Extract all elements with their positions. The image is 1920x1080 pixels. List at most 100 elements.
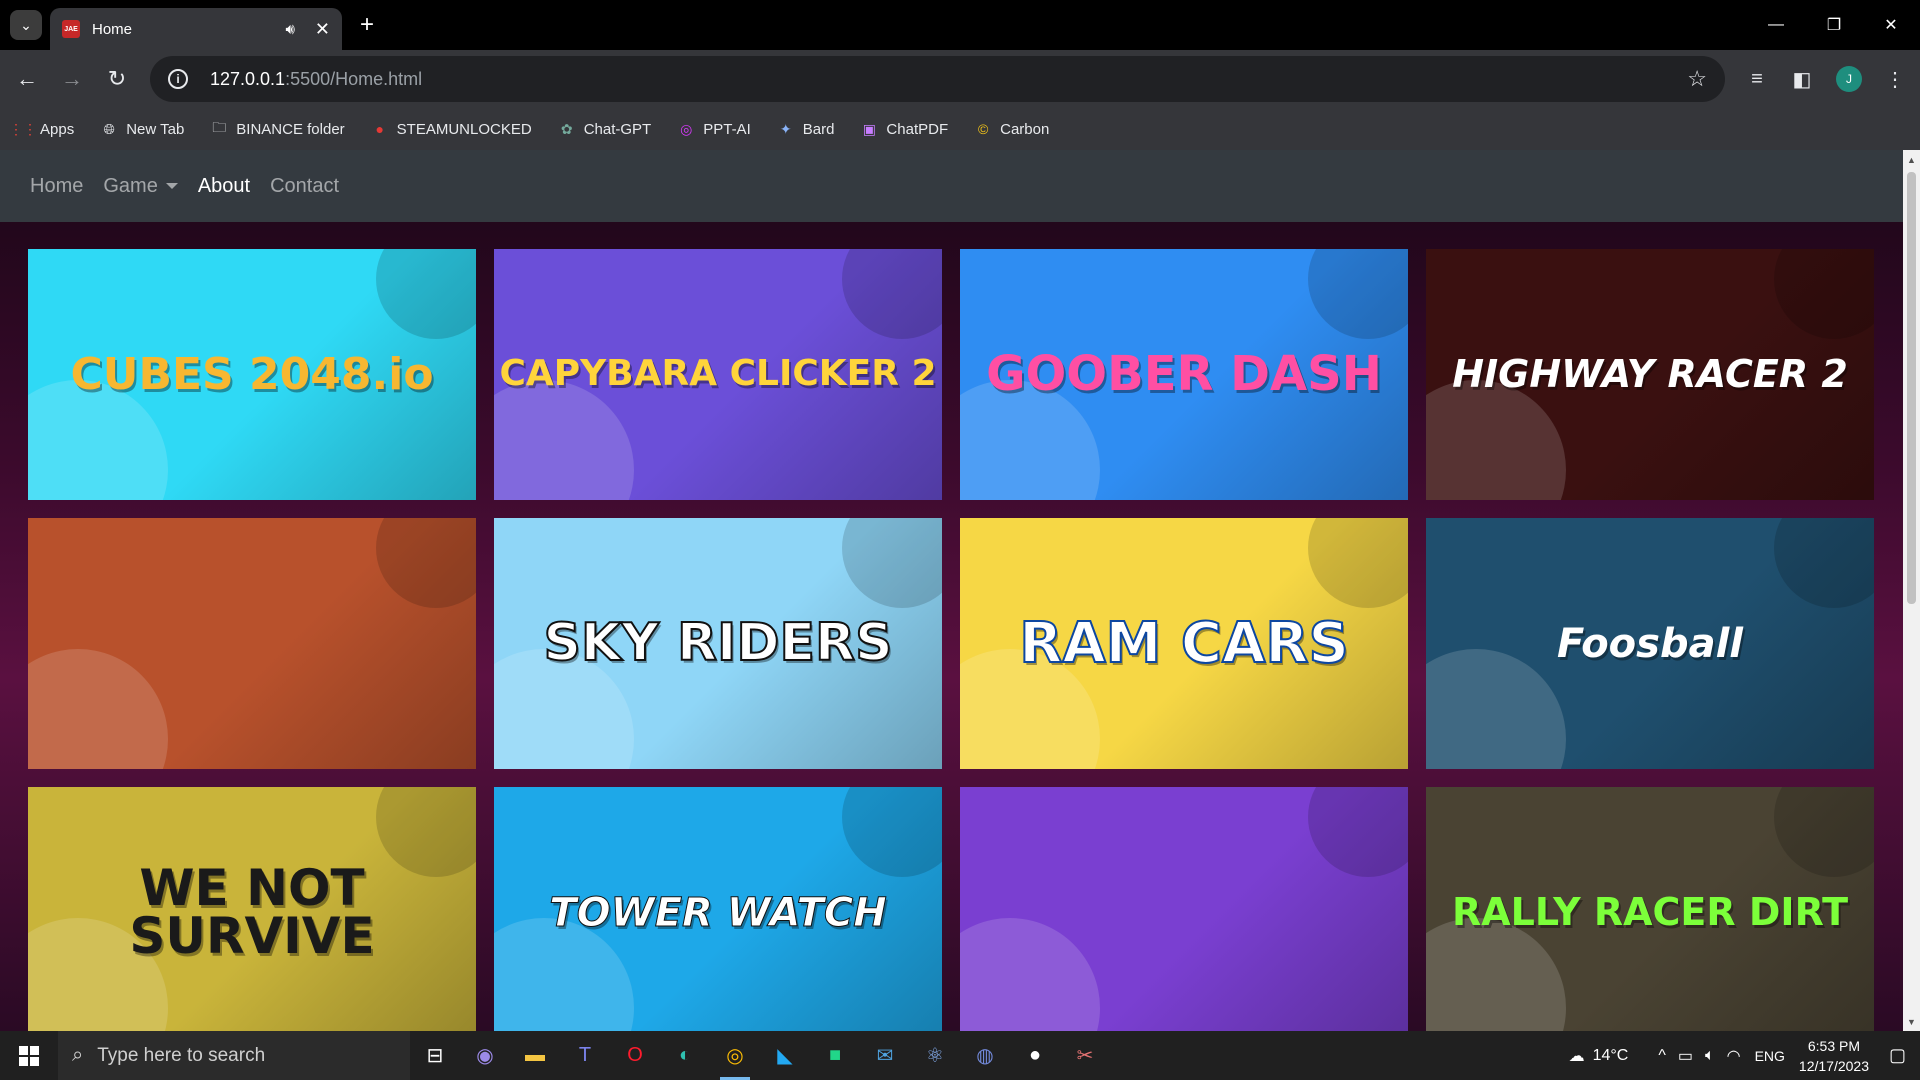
game-card-rally-racer-dirt[interactable]: RALLY RACER DIRT	[1426, 787, 1874, 1031]
speaker-icon[interactable]: 🔊︎	[285, 21, 294, 38]
bookmark-carbon[interactable]: © Carbon	[974, 120, 1049, 138]
game-grid: CUBES 2048.io CAPYBARA CLICKER 2 GOOBER …	[28, 249, 1874, 1031]
game-title: HIGHWAY RACER 2	[1452, 352, 1848, 397]
menu-dots-icon[interactable]: ⋮	[1880, 64, 1910, 94]
chrome-icon[interactable]: ◎	[710, 1031, 760, 1080]
close-tab-icon[interactable]: ✕	[315, 19, 330, 40]
bookmark-label: BINANCE folder	[236, 120, 345, 138]
forward-button[interactable]: →	[55, 62, 89, 96]
edge-icon[interactable]: ◐	[660, 1031, 710, 1080]
game-card-tower-watch[interactable]: TOWER WATCH	[494, 787, 942, 1031]
mail-icon[interactable]: ✉	[860, 1031, 910, 1080]
scroll-up-icon[interactable]: ▲	[1906, 154, 1917, 165]
file-explorer-icon[interactable]: ▬	[510, 1031, 560, 1080]
bookmark-steamunlocked[interactable]: ● STEAMUNLOCKED	[371, 120, 532, 138]
bookmark-chat-gpt[interactable]: ✿ Chat-GPT	[558, 120, 651, 138]
weather-temp[interactable]: 14°C	[1593, 1047, 1629, 1065]
bookmark-label: STEAMUNLOCKED	[396, 120, 532, 138]
discord-icon[interactable]: ◍	[960, 1031, 1010, 1080]
site-favicon-icon: JAE	[62, 20, 80, 38]
notifications-icon[interactable]: ▢	[1889, 1045, 1906, 1066]
battery-icon[interactable]: ▭	[1678, 1046, 1693, 1066]
eclipse-icon[interactable]: ◉	[460, 1031, 510, 1080]
bookmark-chatpdf[interactable]: ▣ ChatPDF	[860, 120, 948, 138]
atom-icon[interactable]: ⚛	[910, 1031, 960, 1080]
pycharm-icon[interactable]: ■	[810, 1031, 860, 1080]
wifi-icon[interactable]: ◠	[1727, 1046, 1741, 1066]
game-title: RAM CARS	[1018, 610, 1350, 676]
address-bar[interactable]: i 127.0.0.1:5500/Home.html ☆	[150, 56, 1725, 102]
nav-game-dropdown[interactable]: Game	[103, 175, 178, 198]
clock[interactable]: 6:53 PM 12/17/2023	[1799, 1036, 1869, 1076]
card-art-shape	[376, 249, 476, 339]
nav-about[interactable]: About	[198, 175, 250, 198]
game-title: CUBES 2048.io	[70, 348, 434, 400]
game-card-ram-cars[interactable]: RAM CARS	[960, 518, 1408, 769]
side-panel-icon[interactable]: ◧	[1787, 64, 1817, 94]
bookmark-bard[interactable]: ✦ Bard	[777, 120, 835, 138]
github-icon[interactable]: ●	[1010, 1031, 1060, 1080]
chevron-up-icon[interactable]: ^	[1658, 1047, 1666, 1065]
snipping-tool-icon[interactable]: ✂	[1060, 1031, 1110, 1080]
active-tab[interactable]: JAE Home 🔊︎ ✕	[50, 8, 342, 50]
game-card-we-not-survive[interactable]: WE NOT SURVIVE	[28, 787, 476, 1031]
game-title: RALLY RACER DIRT	[1451, 890, 1849, 935]
media-control-icon[interactable]: ≡	[1742, 64, 1772, 94]
windows-taskbar: ⌕ Type here to search ⊟ ◉ ▬ T O ◐ ◎ ◣ ■ ✉…	[0, 1031, 1920, 1080]
scrollbar-thumb[interactable]	[1907, 172, 1916, 604]
game-card-soldier[interactable]	[28, 518, 476, 769]
bookmark-label: ChatPDF	[886, 120, 949, 138]
page-scrollbar[interactable]: ▲ ▼	[1903, 150, 1920, 1031]
card-art-shape	[1308, 249, 1408, 339]
game-card-sky-riders[interactable]: SKY RIDERS	[494, 518, 942, 769]
opera-icon[interactable]: O	[610, 1031, 660, 1080]
start-button[interactable]	[0, 1031, 58, 1080]
restore-button[interactable]: ❐	[1805, 0, 1863, 50]
bookmark-apps[interactable]: ⋮⋮ Apps	[9, 120, 75, 138]
url-path: :5500/Home.html	[285, 68, 423, 89]
globe-icon: 🌐︎	[103, 120, 115, 137]
game-card-foosball[interactable]: Foosball	[1426, 518, 1874, 769]
game-card-capybara-clicker-2[interactable]: CAPYBARA CLICKER 2	[494, 249, 942, 500]
nav-home[interactable]: Home	[30, 175, 83, 198]
apps-grid-icon: ⋮⋮	[9, 120, 37, 137]
close-window-button[interactable]: ✕	[1862, 0, 1920, 50]
reload-button[interactable]: ↻	[100, 62, 134, 96]
new-tab-button[interactable]: +	[352, 10, 382, 40]
task-view-icon[interactable]: ⊟	[410, 1031, 460, 1080]
page-viewport: Home Game About Contact CUBES 2048.io CA…	[0, 150, 1903, 1031]
site-info-icon[interactable]: i	[168, 69, 188, 89]
card-art-shape	[376, 518, 476, 608]
browser-toolbar: ← → ↻ i 127.0.0.1:5500/Home.html ☆ ≡ ◧ J…	[0, 50, 1920, 108]
scroll-down-icon[interactable]: ▼	[1906, 1016, 1917, 1027]
site-navbar: Home Game About Contact	[0, 150, 1903, 222]
card-art-shape	[960, 918, 1100, 1031]
taskbar-search[interactable]: ⌕ Type here to search	[58, 1031, 410, 1080]
card-art-shape	[1426, 380, 1566, 500]
clock-date: 12/17/2023	[1798, 1057, 1869, 1074]
bookmark-star-icon[interactable]: ☆	[1687, 66, 1707, 92]
game-card-blocky-characters[interactable]	[960, 787, 1408, 1031]
weather-icon[interactable]: ☁	[1569, 1046, 1585, 1066]
minimize-button[interactable]: —	[1747, 0, 1805, 50]
teams-icon[interactable]: T	[560, 1031, 610, 1080]
bookmark-new-tab[interactable]: 🌐︎ New Tab	[100, 120, 185, 138]
nav-contact[interactable]: Contact	[270, 175, 339, 198]
bookmark-ppt-ai[interactable]: ◎ PPT-AI	[677, 120, 751, 138]
windows-logo-icon	[19, 1045, 39, 1066]
back-button[interactable]: ←	[10, 62, 44, 96]
bookmark-label: Apps	[40, 120, 75, 138]
bookmark-binance-folder[interactable]: 🗀 BINANCE folder	[210, 119, 345, 138]
game-card-highway-racer-2[interactable]: HIGHWAY RACER 2	[1426, 249, 1874, 500]
profile-avatar[interactable]: J	[1836, 66, 1862, 92]
tab-search-button[interactable]: ⌄	[10, 10, 42, 40]
language-indicator[interactable]: ENG	[1755, 1048, 1785, 1064]
volume-icon[interactable]: 🔈︎	[1705, 1047, 1715, 1065]
folder-icon: 🗀	[212, 119, 227, 135]
card-art-shape	[494, 380, 634, 500]
game-card-cubes-2048[interactable]: CUBES 2048.io	[28, 249, 476, 500]
game-card-goober-dash[interactable]: GOOBER DASH	[960, 249, 1408, 500]
plus-icon: +	[359, 11, 374, 38]
tab-title: Home	[92, 20, 133, 38]
vscode-icon[interactable]: ◣	[760, 1031, 810, 1080]
